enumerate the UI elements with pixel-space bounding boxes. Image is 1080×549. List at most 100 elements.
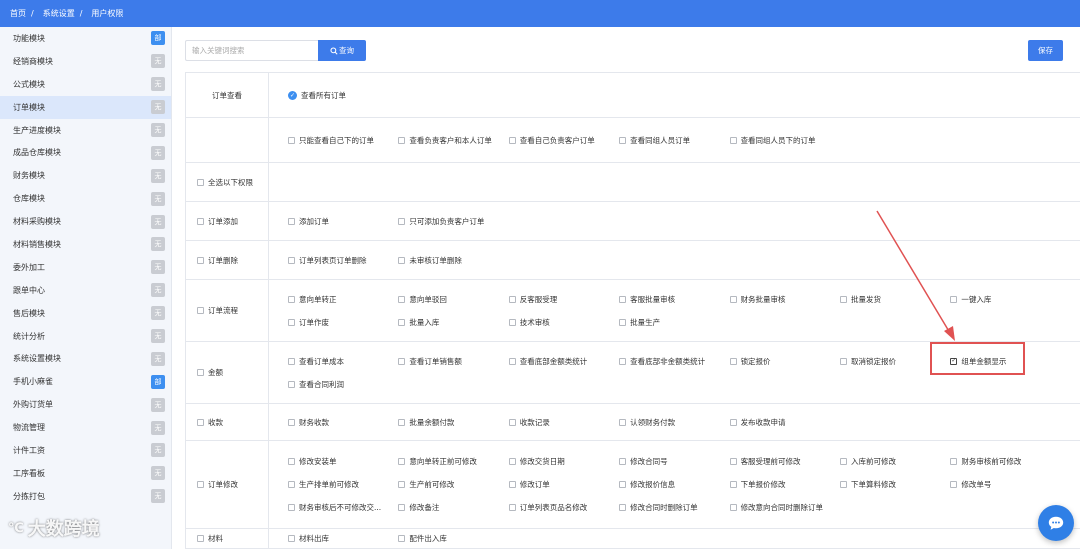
permission-option[interactable]: 批量余额付款: [398, 411, 508, 434]
permission-checkbox[interactable]: [288, 458, 295, 465]
permission-option[interactable]: 配件出入库: [398, 527, 508, 549]
sidebar-item-badge[interactable]: 无: [151, 351, 165, 366]
sidebar-item-badge[interactable]: 无: [151, 283, 165, 298]
permission-option[interactable]: 修改意向合同时删除订单: [729, 496, 840, 519]
permission-checkbox[interactable]: [288, 504, 295, 511]
sidebar-item-badge[interactable]: 无: [151, 306, 165, 321]
permission-checkbox[interactable]: [398, 256, 406, 264]
sidebar-item-badge[interactable]: 无: [151, 123, 165, 137]
permission-option[interactable]: 生产前可修改: [398, 473, 508, 496]
permission-checkbox[interactable]: [950, 357, 958, 365]
permission-checkbox[interactable]: [619, 295, 627, 303]
permission-option[interactable]: 下单算料修改: [839, 473, 950, 496]
permission-option[interactable]: 修改报价信息: [619, 473, 729, 496]
sidebar-item[interactable]: 计件工资 无: [0, 439, 171, 462]
sidebar-item-badge[interactable]: 无: [151, 397, 165, 412]
sidebar-item[interactable]: 经销商模块 无: [0, 50, 171, 73]
permission-checkbox[interactable]: [398, 136, 406, 144]
group-checkbox[interactable]: [197, 178, 204, 186]
permission-option[interactable]: 修改备注: [398, 496, 508, 519]
permission-checkbox[interactable]: [288, 295, 295, 303]
permission-checkbox[interactable]: [508, 136, 516, 144]
permission-checkbox[interactable]: [288, 136, 295, 144]
sidebar-item[interactable]: 统计分析 无: [0, 325, 171, 348]
permission-checkbox[interactable]: [508, 318, 516, 326]
sidebar-item-badge[interactable]: 部: [151, 31, 165, 46]
permission-checkbox[interactable]: [288, 481, 295, 488]
permission-checkbox[interactable]: [729, 357, 737, 365]
permission-checkbox[interactable]: [508, 504, 516, 511]
permission-checkbox[interactable]: [729, 458, 737, 465]
permission-checkbox[interactable]: [729, 295, 737, 303]
sidebar-item[interactable]: 订单模块 无: [0, 95, 171, 119]
permission-option[interactable]: 客服受理前可修改: [729, 450, 840, 473]
permission-option[interactable]: 认领财务付款: [619, 411, 729, 434]
search-input[interactable]: [185, 40, 318, 61]
permission-checkbox[interactable]: [508, 481, 516, 488]
permission-checkbox[interactable]: [839, 357, 847, 365]
permission-option[interactable]: 查看同组人员订单: [619, 129, 729, 152]
permission-option[interactable]: 修改交货日期: [508, 450, 619, 473]
group-checkbox[interactable]: [197, 256, 204, 264]
sidebar-item[interactable]: 生产进度模块 无: [0, 119, 171, 142]
sidebar-item-badge[interactable]: 无: [151, 420, 165, 435]
permission-option[interactable]: 修改单号: [950, 473, 1060, 496]
permission-checkbox[interactable]: [288, 357, 295, 365]
chat-button[interactable]: [1038, 505, 1074, 541]
permission-checkbox[interactable]: [398, 504, 406, 511]
permission-option[interactable]: 意向单转正: [288, 288, 398, 311]
permission-option[interactable]: 意向单转正前可修改: [398, 450, 508, 473]
permission-checkbox[interactable]: [839, 481, 847, 488]
permission-option[interactable]: 修改安装单: [288, 450, 398, 473]
permission-checkbox[interactable]: [839, 458, 847, 465]
sidebar-item[interactable]: 分拣打包 无: [0, 485, 171, 508]
group-checkbox[interactable]: [197, 217, 204, 225]
sidebar-item-badge[interactable]: 无: [151, 54, 165, 69]
permission-checkbox[interactable]: [950, 458, 958, 465]
permission-checkbox[interactable]: [619, 504, 627, 511]
permission-option[interactable]: 意向单驳回: [398, 288, 508, 311]
permission-checkbox[interactable]: [288, 535, 295, 542]
sidebar-item[interactable]: 公式模块 无: [0, 73, 171, 96]
sidebar-item-badge[interactable]: 无: [151, 260, 165, 275]
permission-checkbox[interactable]: [729, 418, 737, 426]
permission-checkbox[interactable]: [398, 318, 406, 326]
sidebar-item[interactable]: 仓库模块 无: [0, 187, 171, 210]
permission-checkbox[interactable]: [619, 418, 627, 426]
sidebar-item-badge[interactable]: 无: [151, 329, 165, 344]
permission-checkbox[interactable]: [729, 481, 737, 488]
permission-checkbox[interactable]: [398, 481, 406, 488]
permission-checkbox[interactable]: [288, 380, 295, 388]
permission-option[interactable]: 只可添加负责客户订单: [398, 210, 508, 233]
permission-option[interactable]: 财务批量审核: [729, 288, 840, 311]
permission-checkbox[interactable]: [619, 481, 627, 488]
permission-option[interactable]: 批量发货: [839, 288, 950, 311]
permission-checkbox[interactable]: [288, 217, 295, 225]
permission-checkbox[interactable]: [508, 357, 516, 365]
sidebar-item[interactable]: 售后模块 无: [0, 302, 171, 325]
permission-option[interactable]: 查看底部非金额类统计: [619, 350, 729, 373]
sidebar-item-badge[interactable]: 无: [151, 214, 165, 229]
sidebar-item-badge[interactable]: 无: [151, 100, 165, 115]
sidebar-item[interactable]: 材料销售模块 无: [0, 233, 171, 256]
permission-option[interactable]: 发布收款申请: [729, 411, 840, 434]
save-button[interactable]: 保存: [1028, 40, 1063, 61]
sidebar-item[interactable]: 材料采购模块 无: [0, 210, 171, 233]
permission-checkbox[interactable]: [729, 136, 737, 144]
permission-option[interactable]: 下单报价修改: [729, 473, 840, 496]
permission-checkbox[interactable]: [508, 418, 516, 426]
sidebar-item[interactable]: 系统设置模块 无: [0, 347, 171, 370]
permission-option[interactable]: 财务收款: [288, 411, 398, 434]
permission-option[interactable]: 订单列表页订单删除: [288, 249, 398, 272]
permission-option[interactable]: 一键入库: [950, 288, 1060, 311]
permission-checkbox[interactable]: [398, 217, 406, 225]
permission-option[interactable]: 修改订单: [508, 473, 619, 496]
permission-option[interactable]: 锁定报价: [729, 350, 840, 373]
sidebar-item[interactable]: 委外加工 无: [0, 256, 171, 279]
sidebar-item[interactable]: 手机小麻雀 部: [0, 370, 171, 393]
permission-option[interactable]: 查看底部金额类统计: [508, 350, 619, 373]
permission-checkbox[interactable]: [619, 357, 627, 365]
group-checkbox[interactable]: [197, 418, 204, 426]
permission-option[interactable]: 批量入库: [398, 311, 508, 334]
permission-option[interactable]: 修改合同时删除订单: [619, 496, 729, 519]
